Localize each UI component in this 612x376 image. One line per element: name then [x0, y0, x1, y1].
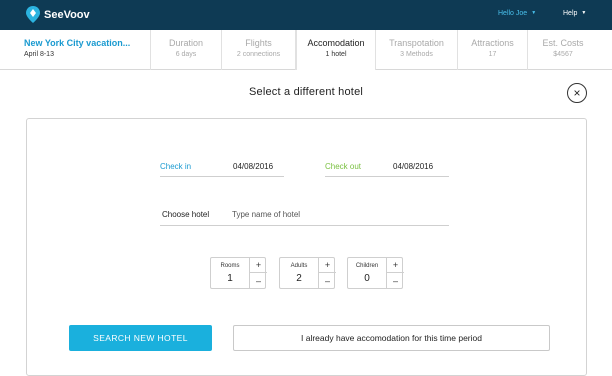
- brand-name: SeeVoov: [44, 8, 90, 21]
- step-title: Attractions: [471, 38, 514, 48]
- step-title: Duration: [168, 38, 204, 48]
- step-trip[interactable]: New York City vacation... April 8-13: [0, 30, 151, 70]
- step-accomodation[interactable]: Accomodation 1 hotel: [296, 30, 376, 70]
- hotel-name-input[interactable]: [232, 207, 432, 222]
- step-title: New York City vacation...: [24, 38, 131, 48]
- chevron-down-icon: ▼: [531, 10, 537, 16]
- hotel-search-card: Check in 04/08/2016 Check out 04/08/2016…: [26, 118, 587, 376]
- step-title: Transpotation: [389, 38, 444, 48]
- step-subtitle: 1 hotel: [325, 51, 347, 58]
- step-subtitle: 3 Methods: [400, 51, 433, 58]
- step-subtitle: April 8-13: [24, 51, 54, 58]
- logo-icon: [26, 6, 40, 23]
- children-value: 0: [364, 273, 370, 284]
- choose-hotel-field: Choose hotel: [160, 205, 449, 226]
- step-transportation[interactable]: Transpotation 3 Methods: [376, 30, 458, 70]
- choose-hotel-label: Choose hotel: [162, 210, 210, 219]
- check-in-value: 04/08/2016: [233, 162, 274, 171]
- chevron-down-icon: ▼: [581, 10, 587, 16]
- user-menu-label: Hello Joe: [498, 10, 528, 17]
- children-decrement-button[interactable]: –: [387, 273, 404, 288]
- step-subtitle: $4567: [553, 51, 573, 58]
- step-attractions[interactable]: Attractions 17: [458, 30, 528, 70]
- close-icon: ×: [573, 86, 581, 100]
- children-stepper: Children 0 + –: [347, 257, 404, 289]
- check-out-label: Check out: [325, 162, 362, 171]
- rooms-decrement-button[interactable]: –: [250, 273, 267, 288]
- close-button[interactable]: ×: [567, 83, 587, 103]
- step-duration[interactable]: Duration 6 days: [151, 30, 222, 70]
- step-title: Flights: [245, 38, 272, 48]
- rooms-stepper: Rooms 1 + –: [210, 257, 267, 289]
- children-label: Children: [355, 263, 379, 269]
- check-in-field[interactable]: Check in 04/08/2016: [160, 157, 284, 177]
- adults-label: Adults: [290, 263, 308, 269]
- rooms-increment-button[interactable]: +: [250, 258, 267, 273]
- check-in-label: Check in: [160, 162, 192, 171]
- adults-decrement-button[interactable]: –: [319, 273, 336, 288]
- already-have-accomodation-button[interactable]: I already have accomodation for this tim…: [233, 325, 550, 351]
- step-title: Est. Costs: [542, 38, 584, 48]
- check-out-field[interactable]: Check out 04/08/2016: [325, 157, 449, 177]
- check-out-value: 04/08/2016: [393, 162, 434, 171]
- rooms-label: Rooms: [220, 263, 240, 269]
- search-new-hotel-button[interactable]: SEARCH NEW HOTEL: [69, 325, 212, 351]
- step-title: Accomodation: [307, 38, 365, 48]
- page-title: Select a different hotel: [248, 86, 364, 98]
- step-subtitle: 17: [488, 51, 497, 58]
- help-menu[interactable]: Help ▼: [563, 10, 586, 17]
- step-est-costs[interactable]: Est. Costs $4567: [528, 30, 598, 70]
- user-menu[interactable]: Hello Joe ▼: [498, 10, 536, 17]
- adults-stepper: Adults 2 + –: [279, 257, 336, 289]
- children-increment-button[interactable]: +: [387, 258, 404, 273]
- logo[interactable]: SeeVoov: [26, 6, 90, 23]
- adults-increment-button[interactable]: +: [319, 258, 336, 273]
- adults-value: 2: [296, 273, 302, 284]
- help-menu-label: Help: [563, 10, 578, 17]
- step-flights[interactable]: Flights 2 connections: [222, 30, 296, 70]
- step-subtitle: 2 connections: [236, 51, 281, 58]
- top-bar: SeeVoov Hello Joe ▼ Help ▼: [0, 0, 612, 30]
- step-subtitle: 6 days: [175, 51, 197, 58]
- rooms-value: 1: [227, 273, 233, 284]
- trip-step-nav: New York City vacation... April 8-13 Dur…: [0, 30, 612, 70]
